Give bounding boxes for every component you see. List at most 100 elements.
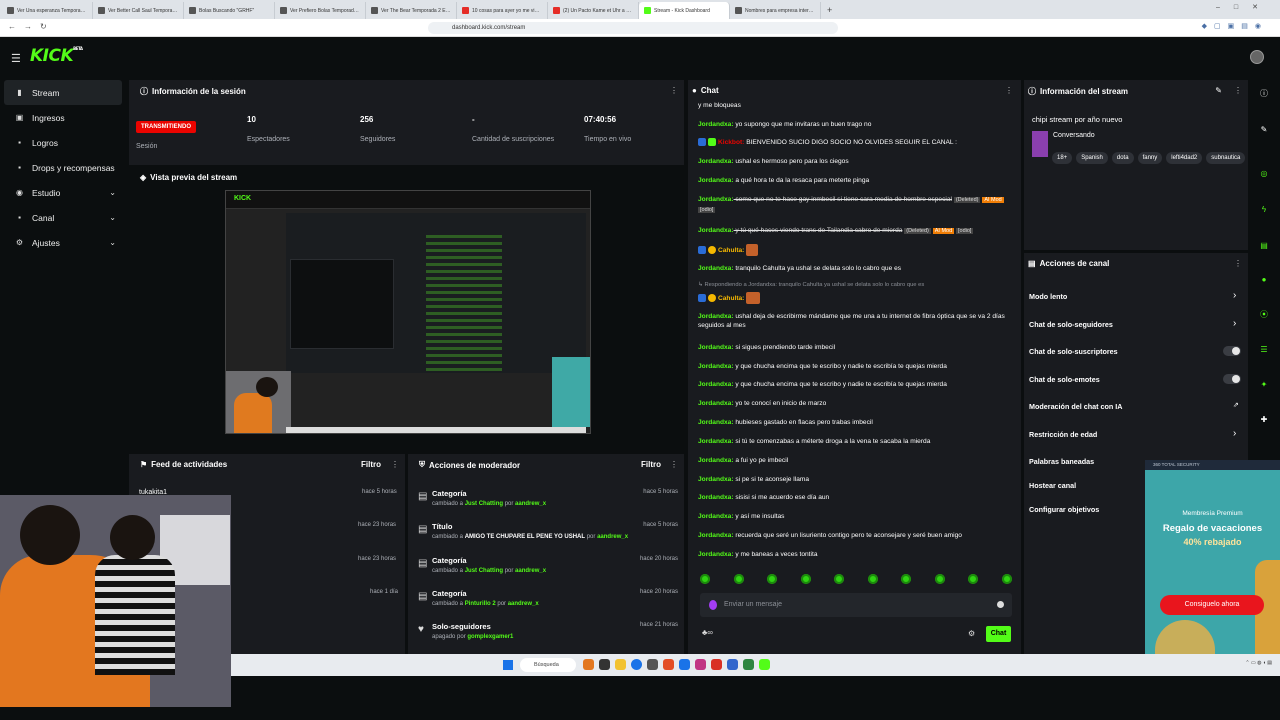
more-options-icon[interactable]: ⋮ — [391, 460, 399, 469]
tag-pill[interactable]: dota — [1111, 152, 1134, 164]
chevron-right-icon[interactable]: › — [1233, 318, 1236, 329]
settings-icon[interactable] — [997, 601, 1004, 608]
chat-username[interactable]: Jordandxa: — [698, 265, 734, 272]
sidebar-item-canal[interactable]: ▪ Canal ⌄ — [4, 205, 122, 230]
broadcast-icon[interactable]: ⦿ — [1258, 309, 1270, 321]
app-icon[interactable] — [711, 659, 722, 670]
chat-username[interactable]: Jordandxa: — [698, 494, 734, 501]
emote-button[interactable] — [968, 574, 979, 584]
sidebar-item-estudio[interactable]: ◉ Estudio ⌄ — [4, 180, 122, 205]
browser-tab[interactable]: Bolas Buscando "GRHF" — [184, 2, 275, 19]
chat-username[interactable]: Jordandxa: — [698, 400, 734, 407]
detail-user[interactable]: gomplexgamer1 — [467, 634, 513, 640]
pencil-icon[interactable]: ✎ — [1258, 124, 1270, 136]
more-options-icon[interactable]: ⋮ — [1234, 86, 1242, 95]
info-icon[interactable]: ⓘ — [1258, 88, 1270, 100]
browser-tab[interactable]: Nombres para empresa internet — [730, 2, 821, 19]
window-controls[interactable]: –□✕ — [1216, 3, 1272, 11]
more-options-icon[interactable]: ⋮ — [670, 86, 678, 95]
user-avatar[interactable] — [1250, 50, 1264, 64]
chat-username[interactable]: Jordandxa: — [698, 419, 734, 426]
browser-tab-active[interactable]: Stream - Kick Dashboard — [639, 2, 730, 19]
banned-words-option[interactable]: Palabras baneadas — [1029, 457, 1094, 466]
app-icon[interactable] — [727, 659, 738, 670]
ad-banner[interactable]: 360 TOTAL SECURITY Membresía Premium Reg… — [1145, 460, 1280, 654]
browser-tab[interactable]: Ver The Bear Temporada 2 Episodio... — [366, 2, 457, 19]
host-channel-option[interactable]: Hostear canal — [1029, 481, 1076, 490]
filter-button[interactable]: Filtro — [361, 460, 381, 469]
target-icon[interactable]: ◎ — [1258, 168, 1270, 180]
chat-username[interactable]: Jordandxa: — [698, 513, 734, 520]
emote-button[interactable] — [901, 574, 912, 584]
external-link-icon[interactable]: ⇗ — [1233, 401, 1239, 409]
chevron-right-icon[interactable]: › — [1233, 428, 1236, 439]
more-options-icon[interactable]: ⋮ — [1005, 86, 1013, 95]
chat-username[interactable]: Jordandxa: — [698, 121, 734, 128]
browser-tab[interactable]: Ver Prefiero Bolas Temporada 2 Episo... — [275, 2, 366, 19]
detail-user[interactable]: aandrew_x — [508, 601, 539, 607]
browser-tab[interactable]: 10 cosas para ayer yo me vine dentro... — [457, 2, 548, 19]
browser-tab[interactable]: (2) Un Pacto Kame et Uhr a N... — [548, 2, 639, 19]
sidebar-item-ajustes[interactable]: ⚙ Ajustes ⌄ — [4, 230, 122, 255]
wrench-icon[interactable]: ✦ — [1258, 379, 1270, 391]
emote-button[interactable] — [767, 574, 778, 584]
emote-button[interactable] — [867, 574, 878, 584]
emotes-only-toggle[interactable] — [1223, 374, 1241, 384]
browser-tab[interactable]: Ver Better Call Saul Temporada 2 Ep... — [93, 2, 184, 19]
age-restriction-option[interactable]: Restricción de edad — [1029, 430, 1097, 439]
edit-icon[interactable]: ✎ — [1215, 86, 1222, 95]
chat-username[interactable]: Jordandxa: — [698, 381, 734, 388]
followers-only-option[interactable]: Chat de solo-seguidores — [1029, 320, 1113, 329]
emote-button[interactable] — [733, 574, 744, 584]
app-icon[interactable] — [743, 659, 754, 670]
emote-button[interactable] — [934, 574, 945, 584]
tag-pill[interactable]: fanny — [1137, 152, 1163, 164]
windows-start-icon[interactable] — [503, 660, 513, 670]
sidebar-item-stream[interactable]: ▮ Stream — [4, 80, 122, 105]
app-icon[interactable] — [695, 659, 706, 670]
more-options-icon[interactable]: ⋮ — [670, 460, 678, 469]
browser-icon[interactable] — [631, 659, 642, 670]
url-field[interactable]: dashboard.kick.com/stream — [428, 22, 838, 34]
chat-username[interactable]: Jordandxa: — [698, 177, 734, 184]
goals-option[interactable]: Configurar objetivos — [1029, 505, 1099, 514]
chat-username[interactable]: Jordandxa: — [698, 551, 734, 558]
detail-user[interactable]: aandrew_x — [515, 568, 546, 574]
send-chat-button[interactable]: Chat — [986, 626, 1011, 642]
chat-username[interactable]: Cahulta: — [718, 295, 744, 302]
chat-input[interactable]: Enviar un mensaje — [700, 593, 1012, 617]
chat-username[interactable]: Jordandxa: — [698, 313, 734, 320]
gear-icon[interactable]: ⚙ — [968, 629, 975, 638]
filter-button[interactable]: Filtro — [641, 460, 661, 469]
app-icon[interactable] — [599, 659, 610, 670]
app-icon[interactable] — [647, 659, 658, 670]
chat-username[interactable]: Cahulta: — [718, 247, 744, 254]
chat-username[interactable]: Jordandxa: — [698, 344, 734, 351]
chevron-right-icon[interactable]: › — [1233, 290, 1236, 301]
ai-moderation-option[interactable]: Moderación del chat con IA — [1029, 402, 1122, 411]
menu-icon[interactable]: ☰ — [11, 52, 21, 65]
tag-pill[interactable]: subnautica — [1206, 152, 1246, 164]
stream-category[interactable]: Conversando — [1053, 132, 1095, 139]
slow-mode-option[interactable]: Modo lento — [1029, 292, 1067, 301]
emoji-picker-icon[interactable] — [709, 600, 717, 610]
sidebar-item-logros[interactable]: ▪ Logros — [4, 130, 122, 155]
extension-icons[interactable]: ◆▢▣▤◉ — [1202, 22, 1268, 30]
folder-icon[interactable] — [615, 659, 626, 670]
app-icon[interactable] — [679, 659, 690, 670]
nav-buttons[interactable]: ←→↻ — [8, 22, 55, 31]
chat-username[interactable]: Jordandxa: — [698, 196, 734, 203]
chat-username[interactable]: Jordandxa: — [698, 457, 734, 464]
subs-only-toggle[interactable] — [1223, 346, 1241, 356]
more-options-icon[interactable]: ⋮ — [1234, 259, 1242, 268]
sidebar-item-ingresos[interactable]: ▣ Ingresos — [4, 105, 122, 130]
chat-username[interactable]: Jordandxa: — [698, 438, 734, 445]
tag-pill[interactable]: Spanish — [1076, 152, 1108, 164]
chat-username[interactable]: Jordandxa: — [698, 476, 734, 483]
sidebar-item-drops[interactable]: ▪ Drops y recompensas — [4, 155, 122, 180]
chat-username[interactable]: Kickbot: — [718, 139, 744, 146]
tag-pill[interactable]: lefti4dad2 — [1166, 152, 1203, 164]
chat-username[interactable]: Jordandxa: — [698, 227, 734, 234]
ad-cta-button[interactable]: Consiguelo ahora — [1160, 595, 1264, 615]
tag-pill[interactable]: 18+ — [1052, 152, 1073, 164]
